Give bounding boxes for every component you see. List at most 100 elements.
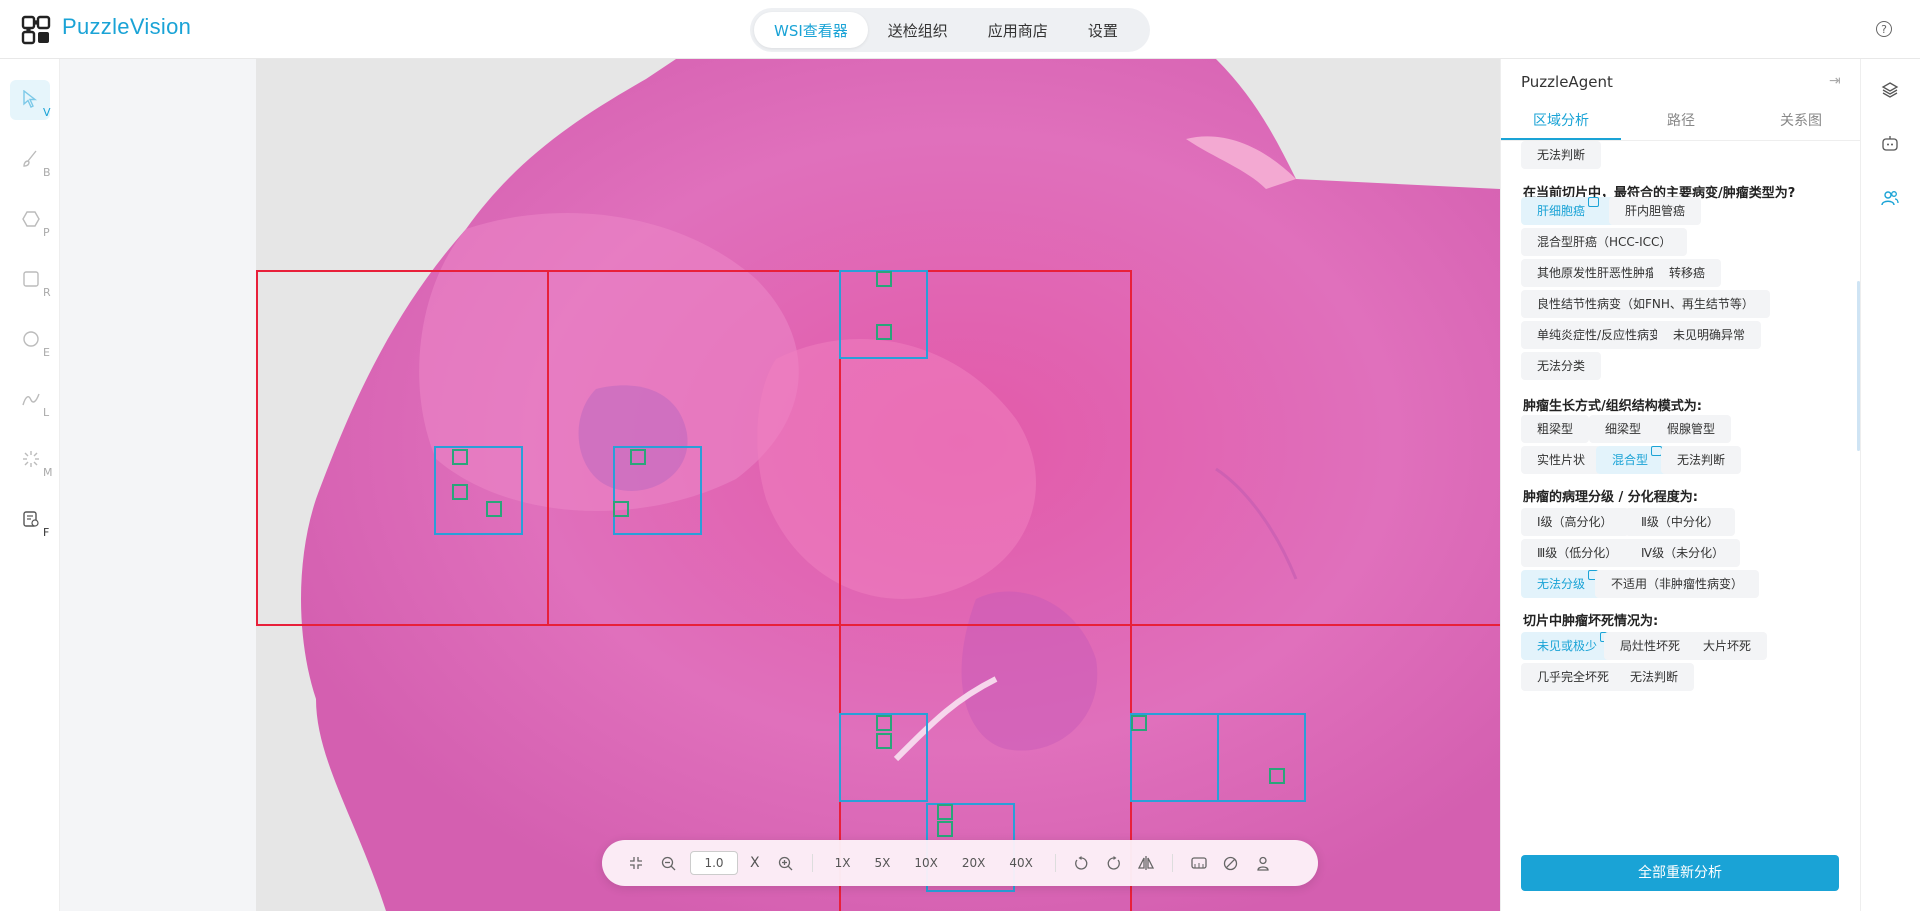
tool-key: E xyxy=(43,346,50,359)
mag-40x-button[interactable]: 40X xyxy=(997,856,1045,870)
option-chip[interactable]: 混合型肝癌（HCC-ICC） xyxy=(1521,228,1688,256)
ai-mark-icon xyxy=(1588,197,1600,207)
user-icon[interactable] xyxy=(1252,852,1274,874)
nav-tab-submitted-tissue[interactable]: 送检组织 xyxy=(868,12,968,48)
option-chip[interactable]: 实性片状 xyxy=(1521,446,1602,474)
tool-line[interactable]: L xyxy=(10,380,50,420)
line-icon xyxy=(22,393,40,406)
polygon-icon xyxy=(22,211,40,227)
panel-title: PuzzleAgent xyxy=(1521,73,1613,91)
option-chip[interactable]: 肝内胆管癌 xyxy=(1609,197,1702,225)
option-label: 无法分级 xyxy=(1537,577,1586,591)
zoom-value-input[interactable]: 1.0 xyxy=(690,851,738,875)
main-nav: WSI查看器 送检组织 应用商店 设置 xyxy=(750,8,1150,52)
option-chip[interactable]: 几乎完全坏死 xyxy=(1521,663,1626,691)
tool-magic-wand[interactable]: M xyxy=(10,440,53,480)
option-chip[interactable]: 不适用（非肿瘤性病变） xyxy=(1595,570,1760,598)
option-label: 混合型 xyxy=(1612,453,1649,467)
reanalyze-all-button[interactable]: 全部重新分析 xyxy=(1521,855,1839,891)
option-chip[interactable]: 无法判断 xyxy=(1521,141,1602,169)
tool-rectangle[interactable]: R xyxy=(10,260,51,300)
option-chip[interactable]: 单纯炎症性/反应性病变 xyxy=(1521,321,1678,349)
option-chip[interactable]: 局灶性坏死 xyxy=(1604,632,1697,660)
mag-10x-button[interactable]: 10X xyxy=(902,856,950,870)
mag-20x-button[interactable]: 20X xyxy=(950,856,998,870)
option-chip[interactable]: 无法分类 xyxy=(1521,352,1602,380)
option-label: 未见或极少 xyxy=(1537,639,1598,653)
layers-icon[interactable] xyxy=(1881,81,1901,101)
nav-tab-wsi-viewer[interactable]: WSI查看器 xyxy=(754,12,868,48)
puzzle-logo-icon xyxy=(21,15,51,45)
tool-ellipse[interactable]: E xyxy=(10,320,50,360)
tool-key: V xyxy=(43,106,51,119)
toolbar-divider xyxy=(811,854,813,872)
option-chip-selected[interactable]: 肝细胞癌 xyxy=(1521,197,1616,225)
option-chip[interactable]: Ⅰ级（高分化） xyxy=(1521,508,1629,536)
users-icon[interactable] xyxy=(1881,189,1901,209)
mag-1x-button[interactable]: 1X xyxy=(823,856,863,870)
option-chip[interactable]: Ⅱ级（中分化） xyxy=(1625,508,1735,536)
zoom-out-icon[interactable] xyxy=(657,852,679,874)
tool-key: L xyxy=(43,406,50,419)
analysis-questions: 无法判断 在当前切片中，最符合的主要病变/肿瘤类型为? 肝细胞癌 肝内胆管癌 混… xyxy=(1501,141,1861,821)
tool-file-tag[interactable]: F xyxy=(10,500,50,540)
option-chip[interactable]: 其他原发性肝恶性肿瘤 xyxy=(1521,259,1674,287)
pointer-icon xyxy=(23,90,38,108)
option-chip[interactable]: 大片坏死 xyxy=(1687,632,1768,660)
option-chip[interactable]: Ⅲ级（低分化） xyxy=(1521,539,1634,567)
help-icon[interactable]: ? xyxy=(1876,21,1892,37)
tool-key: P xyxy=(43,226,50,239)
wsi-viewer[interactable] xyxy=(60,59,1500,911)
option-chip[interactable]: 无法判断 xyxy=(1661,446,1742,474)
option-chip[interactable]: 良性结节性病变（如FNH、再生结节等） xyxy=(1521,290,1770,318)
toolbar-divider xyxy=(1171,854,1173,872)
tool-polygon[interactable]: P xyxy=(10,200,50,240)
question-title: 肿瘤的病理分级 / 分化程度为: xyxy=(1523,490,1698,505)
option-chip[interactable]: 未见明确异常 xyxy=(1657,321,1762,349)
nav-tab-settings[interactable]: 设置 xyxy=(1068,12,1138,48)
tab-region-analysis[interactable]: 区域分析 xyxy=(1501,104,1621,140)
collapse-panel-icon[interactable]: ⇥ xyxy=(1829,73,1841,89)
question-title: 切片中肿瘤坏死情况为: xyxy=(1523,614,1659,629)
tool-key: B xyxy=(43,166,51,179)
tool-key: R xyxy=(43,286,51,299)
option-chip[interactable]: 细梁型 xyxy=(1589,415,1658,443)
tissue-image xyxy=(256,59,1500,911)
option-chip[interactable]: 假腺管型 xyxy=(1651,415,1732,443)
panel-tabs: 区域分析 路径 关系图 xyxy=(1501,104,1861,141)
tool-key: F xyxy=(43,526,50,539)
fit-screen-icon[interactable] xyxy=(625,852,647,874)
rotate-right-icon[interactable] xyxy=(1103,852,1125,874)
annotation-toolbar: V B P R E L M F xyxy=(0,59,60,911)
option-chip[interactable]: Ⅳ级（未分化） xyxy=(1625,539,1741,567)
side-rail xyxy=(1860,59,1920,911)
zoom-multiplier: X xyxy=(750,855,760,871)
tab-path[interactable]: 路径 xyxy=(1621,104,1741,140)
flip-horizontal-icon[interactable] xyxy=(1135,852,1157,874)
tool-pointer[interactable]: V xyxy=(10,80,51,120)
magic-wand-icon xyxy=(23,451,39,467)
rectangle-icon xyxy=(23,271,39,287)
brush-icon xyxy=(23,150,37,167)
question-title: 肿瘤生长方式/组织结构模式为: xyxy=(1523,399,1702,414)
hide-annotations-icon[interactable] xyxy=(1220,852,1242,874)
tool-key: M xyxy=(43,466,53,479)
toolbar-divider xyxy=(1054,854,1056,872)
robot-icon[interactable] xyxy=(1881,135,1901,155)
slide-canvas[interactable] xyxy=(256,59,1500,911)
ruler-icon[interactable] xyxy=(1188,852,1210,874)
option-chip[interactable]: 转移癌 xyxy=(1653,259,1722,287)
option-chip[interactable]: 粗梁型 xyxy=(1521,415,1590,443)
mag-5x-button[interactable]: 5X xyxy=(862,856,902,870)
tool-brush[interactable]: B xyxy=(10,140,51,180)
tab-relation-graph[interactable]: 关系图 xyxy=(1741,104,1861,140)
top-header: PuzzleVision WSI查看器 送检组织 应用商店 设置 ? xyxy=(0,0,1920,59)
option-chip[interactable]: 无法判断 xyxy=(1614,663,1695,691)
ellipse-icon xyxy=(23,331,39,347)
nav-tab-app-store[interactable]: 应用商店 xyxy=(968,12,1068,48)
option-label: 肝细胞癌 xyxy=(1537,204,1586,218)
zoom-in-icon[interactable] xyxy=(775,852,797,874)
rotate-left-icon[interactable] xyxy=(1071,852,1093,874)
file-tag-icon xyxy=(23,511,39,527)
app-name: PuzzleVision xyxy=(62,14,192,39)
